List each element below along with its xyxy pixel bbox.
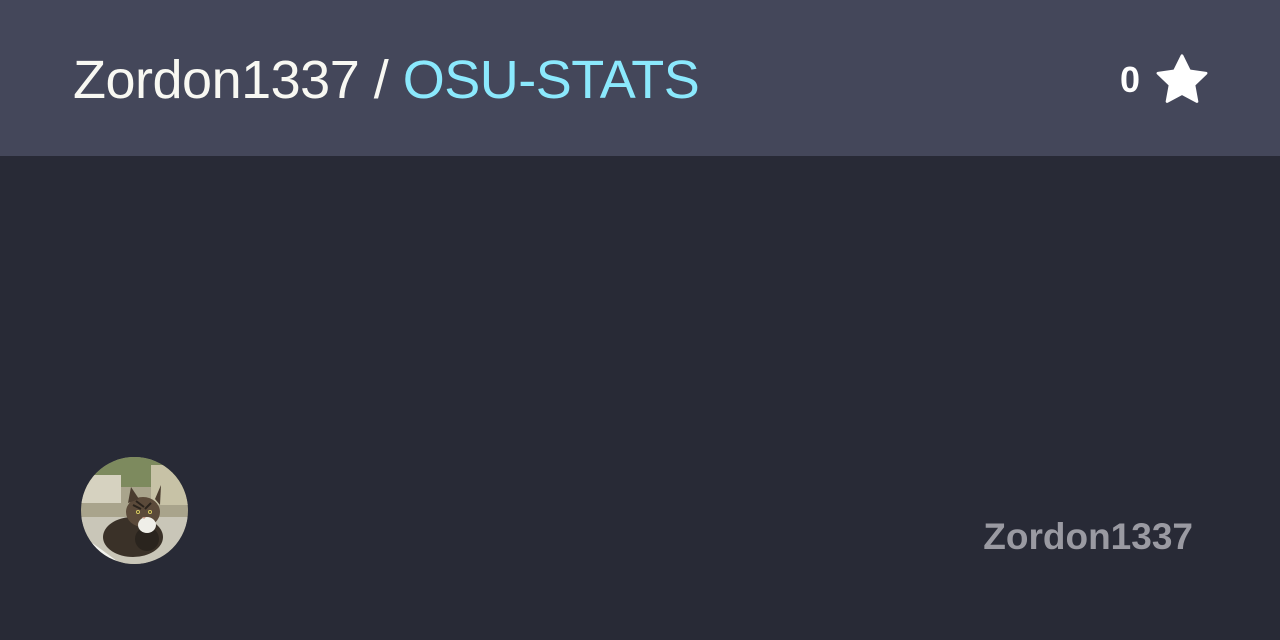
repo-name[interactable]: OSU-STATS (403, 50, 700, 110)
star-icon (1156, 54, 1208, 103)
path-separator: / (373, 50, 403, 110)
cat-avatar (81, 457, 188, 564)
star-counter[interactable]: 0 (1120, 52, 1210, 108)
avatar[interactable] (81, 457, 188, 564)
username[interactable]: Zordon1337 (983, 516, 1193, 558)
repo-title: Zordon1337 / OSU-STATS (73, 44, 700, 116)
repo-header: Zordon1337 / OSU-STATS 0 (0, 0, 1280, 156)
star-count: 0 (1119, 59, 1140, 100)
repo-owner[interactable]: Zordon1337 (73, 50, 360, 110)
repo-card: Zordon1337 / OSU-STATS 0 Zordon1337 (0, 0, 1280, 640)
